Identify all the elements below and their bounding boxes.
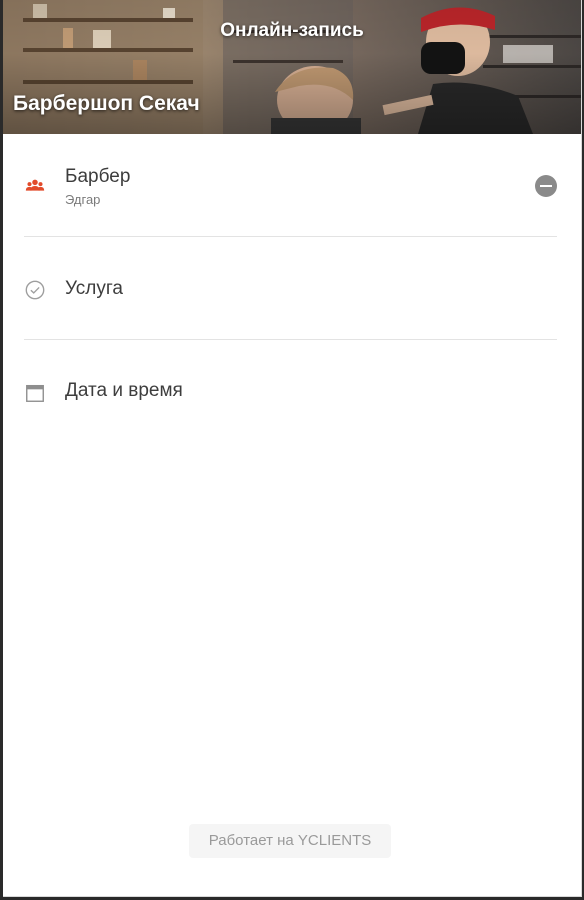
step-label: Дата и время — [65, 380, 183, 401]
powered-by-yclients[interactable]: Работает на YCLIENTS — [189, 824, 391, 858]
app-frame: Онлайн-запись Барбершоп Секач Барбер Эдг… — [0, 0, 584, 900]
step-service[interactable]: Услуга — [3, 236, 581, 338]
remove-barber-button[interactable] — [535, 175, 557, 197]
staff-group-icon — [25, 179, 45, 191]
step-barber[interactable]: Барбер Эдгар — [3, 134, 581, 236]
check-circle-icon — [25, 280, 45, 300]
calendar-icon — [26, 384, 44, 402]
selected-barber-name: Эдгар — [65, 192, 101, 207]
header-banner: Онлайн-запись Барбершоп Секач — [3, 0, 581, 134]
step-label: Услуга — [65, 278, 123, 299]
page-title: Онлайн-запись — [220, 20, 364, 41]
step-label: Барбер — [65, 166, 131, 187]
company-name: Барбершоп Секач — [13, 92, 200, 115]
booking-steps: Барбер Эдгар Услуга Дата и время — [3, 134, 581, 440]
booking-widget: Онлайн-запись Барбершоп Секач Барбер Эдг… — [3, 0, 582, 897]
step-datetime[interactable]: Дата и время — [3, 338, 581, 440]
